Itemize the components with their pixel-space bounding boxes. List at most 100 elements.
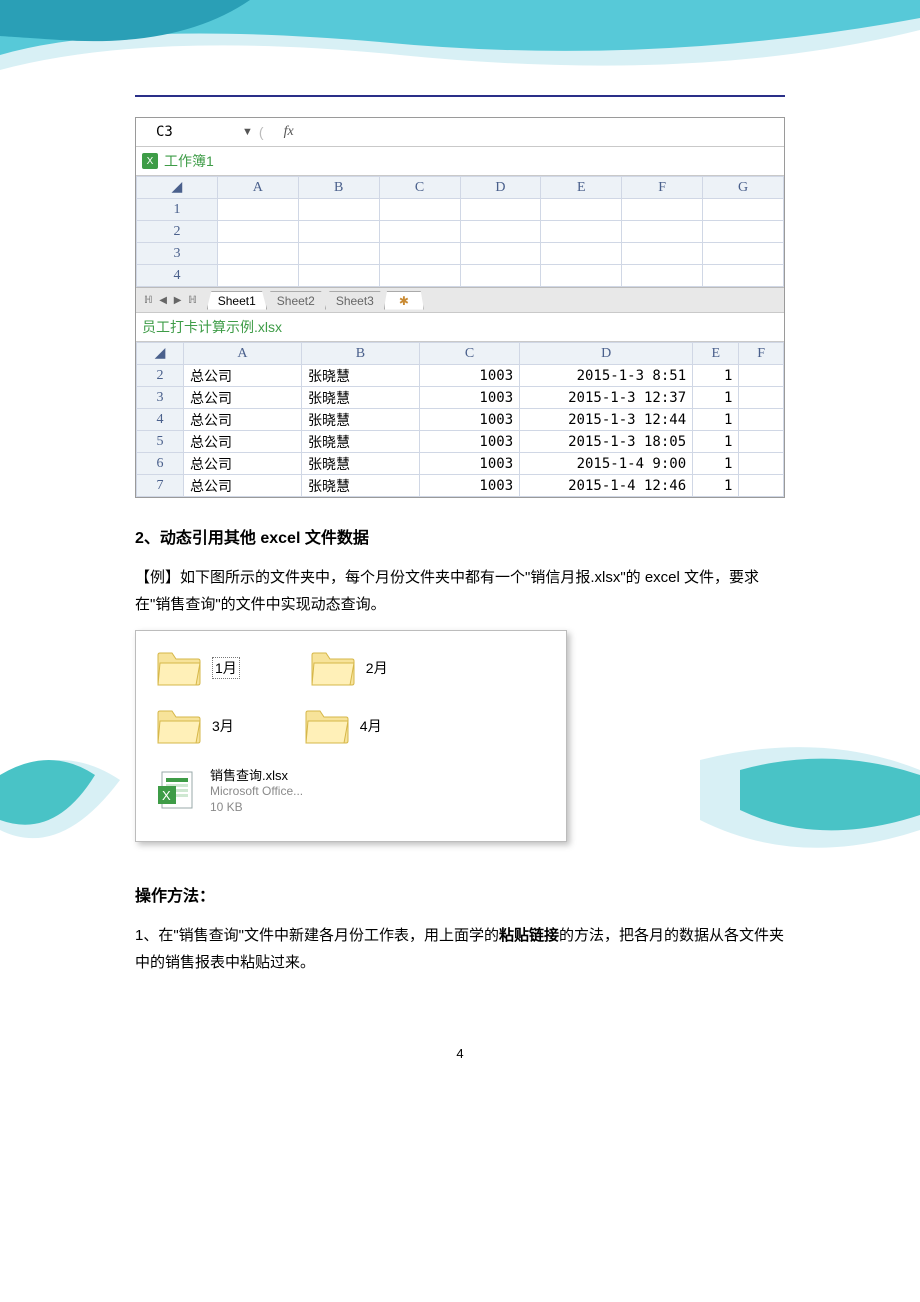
header-rule bbox=[135, 95, 785, 97]
table-row[interactable]: 3总公司张晓慧10032015-1-3 12:371 bbox=[137, 387, 784, 409]
col-A[interactable]: A bbox=[217, 177, 298, 199]
table-row[interactable]: 5总公司张晓慧10032015-1-3 18:051 bbox=[137, 431, 784, 453]
table-row[interactable]: 4总公司张晓慧10032015-1-3 12:441 bbox=[137, 409, 784, 431]
cell-company[interactable]: 总公司 bbox=[184, 431, 302, 453]
namebox[interactable]: C3 bbox=[136, 124, 236, 140]
cell-name[interactable]: 张晓慧 bbox=[301, 365, 419, 387]
cell-datetime[interactable]: 2015-1-4 12:46 bbox=[520, 475, 693, 497]
col-B[interactable]: B bbox=[298, 177, 379, 199]
table-row[interactable]: 2总公司张晓慧10032015-1-3 8:511 bbox=[137, 365, 784, 387]
cell-datetime[interactable]: 2015-1-3 12:44 bbox=[520, 409, 693, 431]
step1-text-a: 1、在"销售查询"文件中新建各月份工作表，用上面学的 bbox=[135, 927, 499, 944]
row-header[interactable]: 7 bbox=[137, 475, 184, 497]
formula-bar-input[interactable] bbox=[314, 122, 784, 142]
folder-4[interactable]: 4月 bbox=[304, 707, 382, 745]
col-E[interactable]: E bbox=[541, 177, 622, 199]
cell-company[interactable]: 总公司 bbox=[184, 387, 302, 409]
cell-id[interactable]: 1003 bbox=[419, 409, 519, 431]
folder-1-label: 1月 bbox=[212, 657, 240, 679]
svg-text:X: X bbox=[162, 788, 171, 803]
row-header[interactable]: 5 bbox=[137, 431, 184, 453]
cell-name[interactable]: 张晓慧 bbox=[301, 431, 419, 453]
col-D[interactable]: D bbox=[460, 177, 541, 199]
col2-C[interactable]: C bbox=[419, 343, 519, 365]
cell-flag[interactable]: 1 bbox=[693, 365, 739, 387]
cell-datetime[interactable]: 2015-1-3 18:05 bbox=[520, 431, 693, 453]
col2-B[interactable]: B bbox=[301, 343, 419, 365]
col2-A[interactable]: A bbox=[184, 343, 302, 365]
tab-sheet2[interactable]: Sheet2 bbox=[266, 291, 326, 310]
example-paragraph: 【例】如下图所示的文件夹中，每个月份文件夹中都有一个"销信月报.xlsx"的 e… bbox=[135, 564, 785, 618]
col-C[interactable]: C bbox=[379, 177, 460, 199]
cell-name[interactable]: 张晓慧 bbox=[301, 387, 419, 409]
cell-name[interactable]: 张晓慧 bbox=[301, 453, 419, 475]
cell-empty[interactable] bbox=[739, 453, 784, 475]
excel-file-icon: X bbox=[142, 153, 158, 169]
folder-icon bbox=[156, 649, 202, 687]
cell-flag[interactable]: 1 bbox=[693, 431, 739, 453]
col-F[interactable]: F bbox=[622, 177, 703, 199]
cell-flag[interactable]: 1 bbox=[693, 475, 739, 497]
cell-id[interactable]: 1003 bbox=[419, 431, 519, 453]
cell-datetime[interactable]: 2015-1-3 8:51 bbox=[520, 365, 693, 387]
folder-2-label: 2月 bbox=[366, 658, 388, 678]
cell-id[interactable]: 1003 bbox=[419, 387, 519, 409]
blank-sheet-grid[interactable]: ◢ A B C D E F G 1 2 3 4 bbox=[136, 176, 784, 287]
row-1[interactable]: 1 bbox=[137, 199, 218, 221]
col2-E[interactable]: E bbox=[693, 343, 739, 365]
cell-company[interactable]: 总公司 bbox=[184, 409, 302, 431]
folder-icon bbox=[156, 707, 202, 745]
table-row[interactable]: 6总公司张晓慧10032015-1-4 9:001 bbox=[137, 453, 784, 475]
fx-icon[interactable]: fx bbox=[264, 124, 314, 140]
cell-flag[interactable]: 1 bbox=[693, 453, 739, 475]
cell-empty[interactable] bbox=[739, 431, 784, 453]
select-all-corner[interactable]: ◢ bbox=[137, 177, 218, 199]
row-3[interactable]: 3 bbox=[137, 243, 218, 265]
file-item[interactable]: X 销售查询.xlsx Microsoft Office... 10 KB bbox=[156, 765, 546, 815]
cell-flag[interactable]: 1 bbox=[693, 409, 739, 431]
row-4[interactable]: 4 bbox=[137, 265, 218, 287]
row-header[interactable]: 4 bbox=[137, 409, 184, 431]
cell-empty[interactable] bbox=[739, 387, 784, 409]
cell-id[interactable]: 1003 bbox=[419, 453, 519, 475]
tab-sheet1[interactable]: Sheet1 bbox=[207, 291, 267, 310]
folder-1[interactable]: 1月 bbox=[156, 649, 240, 687]
col2-D[interactable]: D bbox=[520, 343, 693, 365]
folder-3[interactable]: 3月 bbox=[156, 707, 234, 745]
tab-new-icon[interactable]: ✱ bbox=[384, 291, 424, 310]
header-decoration bbox=[0, 0, 920, 95]
cell-name[interactable]: 张晓慧 bbox=[301, 409, 419, 431]
cell-company[interactable]: 总公司 bbox=[184, 365, 302, 387]
workbook2-title: 员工打卡计算示例.xlsx bbox=[142, 317, 282, 337]
workbook1-titlebar: X 工作簿1 bbox=[136, 147, 784, 176]
namebox-dropdown-icon[interactable]: ▼ bbox=[236, 126, 259, 138]
step1-bold: 粘贴链接 bbox=[499, 927, 559, 944]
tab-nav-buttons[interactable]: ℍ ◀ ▶ ℍ bbox=[136, 295, 207, 306]
cell-company[interactable]: 总公司 bbox=[184, 453, 302, 475]
file-type: Microsoft Office... bbox=[210, 784, 303, 800]
row-2[interactable]: 2 bbox=[137, 221, 218, 243]
cell-datetime[interactable]: 2015-1-3 12:37 bbox=[520, 387, 693, 409]
folder-2[interactable]: 2月 bbox=[310, 649, 388, 687]
cell-name[interactable]: 张晓慧 bbox=[301, 475, 419, 497]
col-G[interactable]: G bbox=[703, 177, 784, 199]
col2-F[interactable]: F bbox=[739, 343, 784, 365]
cell-empty[interactable] bbox=[739, 475, 784, 497]
select-all-corner-2[interactable]: ◢ bbox=[137, 343, 184, 365]
cell-id[interactable]: 1003 bbox=[419, 365, 519, 387]
row-header[interactable]: 3 bbox=[137, 387, 184, 409]
row-header[interactable]: 2 bbox=[137, 365, 184, 387]
cell-empty[interactable] bbox=[739, 365, 784, 387]
cell-company[interactable]: 总公司 bbox=[184, 475, 302, 497]
cell-id[interactable]: 1003 bbox=[419, 475, 519, 497]
page-number: 4 bbox=[135, 1046, 785, 1061]
cell-datetime[interactable]: 2015-1-4 9:00 bbox=[520, 453, 693, 475]
cell-empty[interactable] bbox=[739, 409, 784, 431]
data-sheet-grid[interactable]: ◢ A B C D E F 2总公司张晓慧10032015-1-3 8:5113… bbox=[136, 342, 784, 497]
file-size: 10 KB bbox=[210, 800, 303, 816]
tab-sheet3[interactable]: Sheet3 bbox=[325, 291, 385, 310]
row-header[interactable]: 6 bbox=[137, 453, 184, 475]
method-step-1: 1、在"销售查询"文件中新建各月份工作表，用上面学的粘贴链接的方法，把各月的数据… bbox=[135, 922, 785, 976]
cell-flag[interactable]: 1 bbox=[693, 387, 739, 409]
table-row[interactable]: 7总公司张晓慧10032015-1-4 12:461 bbox=[137, 475, 784, 497]
